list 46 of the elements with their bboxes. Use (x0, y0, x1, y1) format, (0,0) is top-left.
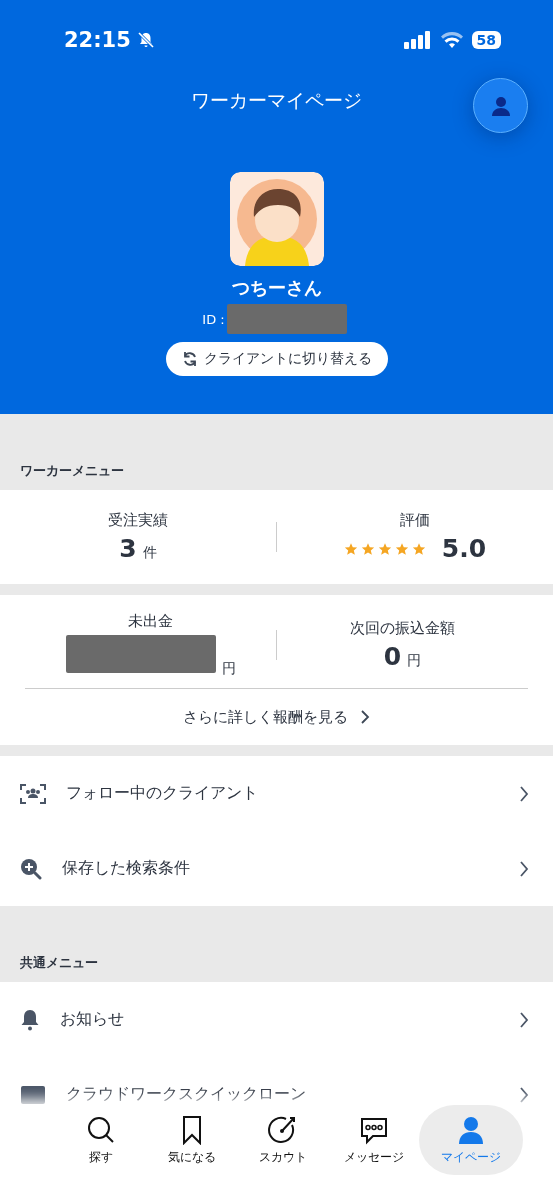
search-plus-icon (20, 857, 42, 880)
tab[interactable]: 気になる (146, 1105, 237, 1175)
card-icon (20, 1084, 46, 1105)
chevron-right-icon (360, 710, 370, 724)
tab[interactable]: 探す (55, 1105, 146, 1175)
chevron-right-icon (519, 785, 529, 802)
refresh-icon (181, 351, 198, 367)
search-icon (85, 1114, 116, 1145)
person-icon (489, 94, 512, 117)
tab[interactable]: マイページ (419, 1105, 523, 1175)
menu-item[interactable]: クラウドワークスクイックローン (0, 1057, 553, 1105)
person-icon (456, 1114, 486, 1145)
battery-indicator: 58 (471, 31, 501, 49)
tab[interactable]: メッセージ (328, 1105, 419, 1175)
unit-label: 件 (142, 544, 157, 562)
menu-item[interactable]: お知らせ (0, 982, 553, 1057)
status-time: 22:15 (64, 28, 131, 52)
id-label: ID : (202, 311, 225, 327)
signal-icon (403, 31, 432, 49)
section-heading: 共通メニュー (20, 954, 98, 972)
details-link[interactable]: さらに詳しく報酬を見る (183, 707, 348, 727)
earnings-label: 未出金 (128, 612, 173, 631)
chevron-right-icon (519, 860, 529, 877)
people-icon (20, 783, 46, 804)
switch-client-button[interactable]: クライアントに切り替える (165, 342, 388, 376)
tab[interactable]: スカウト (237, 1105, 328, 1175)
bell-icon (20, 1008, 40, 1031)
amount-value: 0 (383, 642, 402, 671)
chevron-right-icon (519, 1086, 529, 1103)
stat-label: 評価 (400, 511, 430, 530)
stat-value: 3 (119, 534, 137, 563)
earnings-label: 次回の振込金額 (350, 619, 455, 638)
menu-item[interactable]: フォロー中のクライアント (0, 756, 553, 831)
stat-label: 受注実績 (108, 511, 168, 530)
user-name: つちーさん (231, 276, 322, 300)
rating-value: 5.0 (441, 534, 487, 563)
menu-item[interactable]: 保存した検索条件 (0, 831, 553, 906)
unit-label: 円 (407, 652, 422, 670)
bell-slash-icon (136, 31, 155, 49)
section-heading: ワーカーメニュー (20, 462, 124, 480)
account-button[interactable] (473, 78, 528, 133)
chevron-right-icon (519, 1011, 529, 1028)
page-title: ワーカーマイページ (191, 88, 362, 113)
target-arrow-icon (267, 1114, 298, 1145)
wifi-icon (439, 31, 464, 49)
unit-label: 円 (221, 660, 236, 678)
